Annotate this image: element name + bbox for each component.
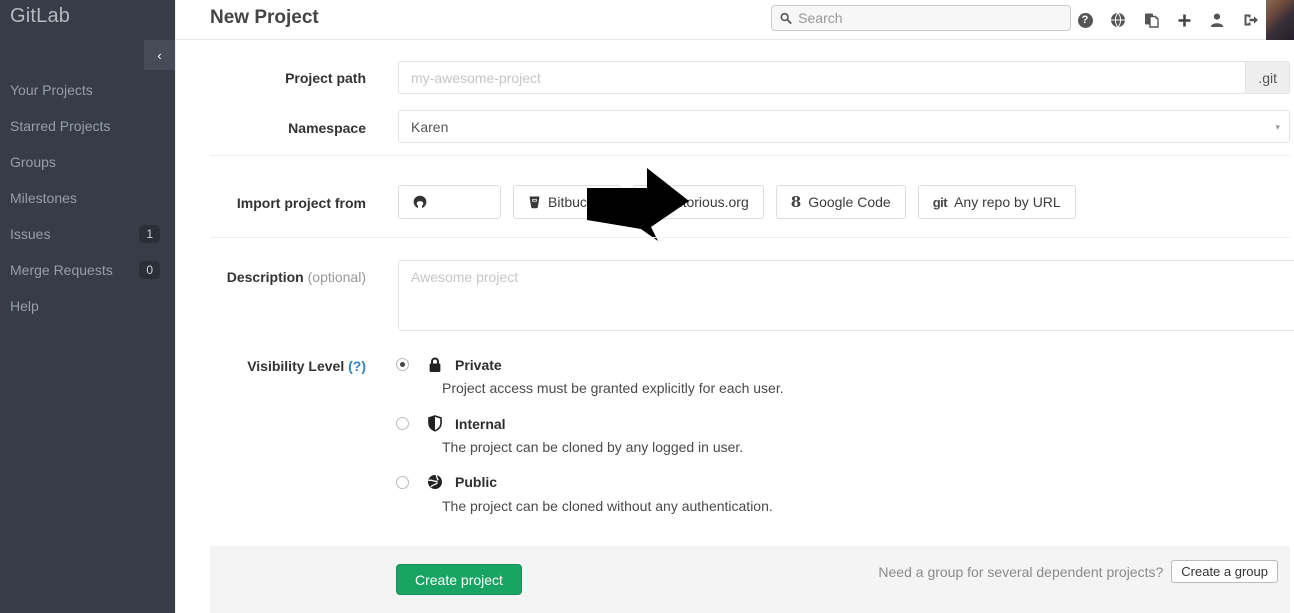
user-icon [1209, 12, 1225, 28]
group-hint-text: Need a group for several dependent proje… [878, 564, 1163, 580]
sidebar-item-issues[interactable]: Issues 1 [0, 216, 175, 252]
sidebar-item-label: Help [10, 298, 160, 314]
import-button-label: Bitbucket [548, 194, 606, 210]
import-buttons-row: Bitbucket Gitorious.org 8 Google Code gi… [398, 185, 1076, 219]
sidebar-item-starred-projects[interactable]: Starred Projects [0, 108, 175, 144]
sign-out-icon [1242, 12, 1259, 28]
sidebar-item-label: Merge Requests [10, 262, 139, 278]
project-path-label: Project path [176, 70, 366, 86]
description-label: Description (optional) [176, 269, 366, 285]
merge-requests-count-badge: 0 [139, 261, 160, 279]
namespace-label: Namespace [176, 120, 366, 136]
sign-out-button[interactable] [1241, 11, 1259, 29]
git-logo-icon: git [933, 195, 947, 210]
new-project-button[interactable] [1175, 11, 1193, 29]
plus-icon [1177, 13, 1192, 28]
public-radio[interactable] [396, 476, 409, 489]
sidebar-item-groups[interactable]: Groups [0, 144, 175, 180]
help-button[interactable]: ? [1076, 11, 1094, 29]
public-option-desc: The project can be cloned without any au… [442, 498, 773, 514]
search-icon [780, 12, 792, 25]
sidebar-item-label: Your Projects [10, 82, 160, 98]
divider [210, 237, 1290, 238]
issues-count-badge: 1 [139, 225, 160, 243]
sidebar-item-milestones[interactable]: Milestones [0, 180, 175, 216]
import-any-repo-button[interactable]: git Any repo by URL [918, 185, 1076, 219]
profile-button[interactable] [1208, 11, 1226, 29]
sidebar-item-help[interactable]: Help [0, 288, 175, 324]
import-button-label: Google Code [808, 194, 891, 210]
import-github-button[interactable] [398, 185, 501, 219]
import-gitorious-button[interactable]: Gitorious.org [633, 185, 764, 219]
import-project-label: Import project from [176, 195, 366, 211]
bitbucket-bucket-icon [528, 195, 541, 209]
visibility-option-internal: Internal [396, 415, 506, 432]
sidebar-nav: Your Projects Starred Projects Groups Mi… [0, 72, 175, 324]
sidebar-item-label: Starred Projects [10, 118, 160, 134]
private-option-name: Private [455, 357, 502, 373]
main-content: New Project ? [175, 0, 1294, 613]
internal-radio[interactable] [396, 417, 409, 430]
sidebar-item-label: Issues [10, 226, 139, 242]
search-input[interactable] [798, 10, 1062, 26]
new-project-page: GitLab ‹ Your Projects Starred Projects … [0, 0, 1294, 613]
chevron-left-icon: ‹ [157, 48, 161, 63]
namespace-select[interactable]: Karen ▾ [398, 110, 1290, 143]
create-project-button[interactable]: Create project [396, 564, 522, 595]
namespace-selected-value: Karen [411, 119, 448, 135]
visibility-option-public: Public [396, 474, 497, 490]
snippets-button[interactable] [1142, 11, 1160, 29]
project-path-input[interactable] [398, 61, 1246, 94]
sidebar-item-label: Milestones [10, 190, 160, 206]
description-optional-text: (optional) [308, 269, 366, 285]
lock-icon [428, 356, 442, 373]
sidebar-collapse-button[interactable]: ‹ [144, 40, 175, 70]
gitorious-icon [648, 195, 662, 209]
header-icons: ? [1076, 0, 1259, 40]
visibility-option-private: Private [396, 356, 502, 373]
sidebar-item-merge-requests[interactable]: Merge Requests 0 [0, 252, 175, 288]
search-box[interactable] [771, 5, 1071, 31]
sidebar-item-label: Groups [10, 154, 160, 170]
visibility-level-label: Visibility Level (?) [176, 358, 366, 374]
private-option-desc: Project access must be granted explicitl… [442, 380, 784, 396]
internal-option-desc: The project can be cloned by any logged … [442, 439, 743, 455]
chevron-down-icon: ▾ [1275, 122, 1280, 133]
google-code-icon: 8 [791, 193, 801, 211]
group-side: Need a group for several dependent proje… [878, 560, 1278, 583]
user-avatar[interactable] [1266, 0, 1294, 40]
visibility-label-text: Visibility Level [247, 358, 344, 374]
git-suffix-addon: .git [1246, 61, 1290, 94]
create-group-button[interactable]: Create a group [1171, 560, 1278, 583]
import-button-label: Any repo by URL [954, 194, 1061, 210]
project-path-group: .git [398, 61, 1290, 94]
private-radio[interactable] [396, 358, 409, 371]
import-google-code-button[interactable]: 8 Google Code [776, 185, 906, 219]
visibility-help-link[interactable]: (?) [348, 358, 366, 374]
import-bitbucket-button[interactable]: Bitbucket [513, 185, 621, 219]
public-option-name: Public [455, 474, 497, 490]
public-globe-icon [427, 474, 443, 490]
top-header: New Project ? [176, 0, 1294, 40]
shield-icon [428, 415, 442, 432]
internal-option-name: Internal [455, 416, 506, 432]
import-button-label: Gitorious.org [669, 194, 749, 210]
explore-button[interactable] [1109, 11, 1127, 29]
sidebar-item-your-projects[interactable]: Your Projects [0, 72, 175, 108]
description-textarea[interactable] [398, 260, 1294, 331]
gitlab-logo[interactable]: GitLab [10, 5, 70, 28]
sidebar: GitLab ‹ Your Projects Starred Projects … [0, 0, 175, 613]
form-footer: Create project Need a group for several … [210, 546, 1290, 613]
question-circle-icon: ? [1078, 13, 1093, 28]
description-label-text: Description [227, 269, 304, 285]
globe-icon [1110, 12, 1126, 28]
page-title: New Project [210, 7, 319, 29]
divider [210, 155, 1290, 156]
copy-files-icon [1143, 12, 1160, 29]
github-icon [413, 195, 427, 209]
